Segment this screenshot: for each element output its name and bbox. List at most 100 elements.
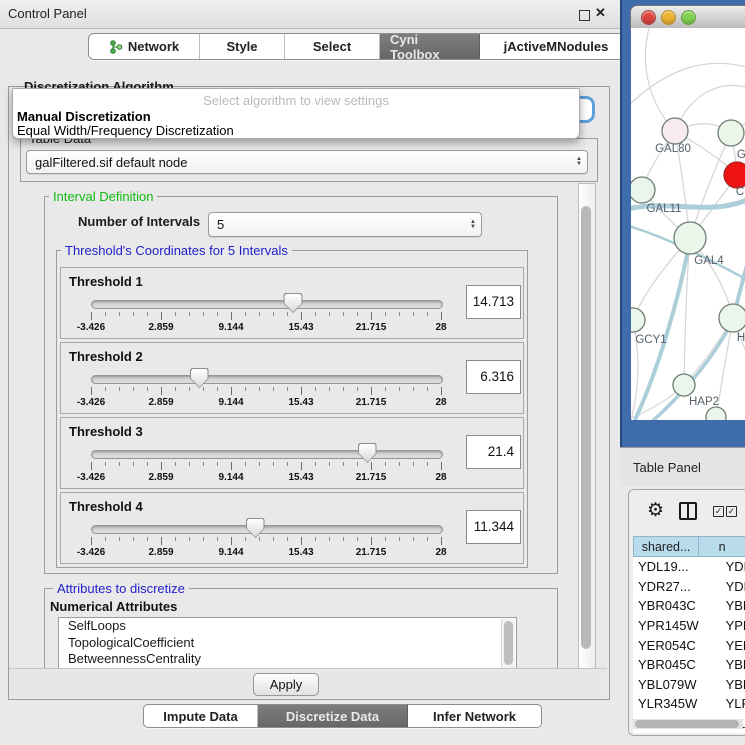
- zoom-traffic-light-icon[interactable]: [681, 10, 696, 25]
- table-cell[interactable]: YPR145W: [633, 616, 722, 636]
- table-row[interactable]: YLR345WYLR3: [633, 694, 745, 714]
- tab-cyni-toolbox-label: Cyni Toolbox: [390, 33, 469, 60]
- tab-style[interactable]: Style: [200, 34, 285, 59]
- slider-tick: [287, 387, 288, 391]
- dropdown-option-manual[interactable]: Manual Discretization: [17, 109, 151, 124]
- dropdown-option-equal-width[interactable]: Equal Width/Frequency Discretization: [17, 123, 234, 138]
- slider-thumb[interactable]: [190, 368, 209, 388]
- threshold-slider[interactable]: -3.4262.8599.14415.4321.71528: [91, 294, 441, 334]
- network-window-titlebar[interactable]: [630, 5, 745, 30]
- tab-discretize-data[interactable]: Discretize Data: [258, 705, 408, 727]
- network-node[interactable]: [719, 304, 745, 332]
- network-node[interactable]: [662, 118, 688, 144]
- tab-impute-data[interactable]: Impute Data: [144, 705, 258, 727]
- threshold-value-field[interactable]: 21.4: [466, 435, 521, 469]
- table-row[interactable]: YDR27...YDR2: [633, 577, 745, 597]
- checkbox-icon[interactable]: ✓: [726, 506, 737, 517]
- float-window-icon[interactable]: [579, 10, 590, 21]
- table-row[interactable]: YPR145WYPR1: [633, 616, 745, 636]
- apply-button[interactable]: Apply: [253, 673, 319, 696]
- table-cell[interactable]: YLR345W: [633, 694, 722, 714]
- tab-infer-network[interactable]: Infer Network: [408, 705, 541, 727]
- slider-track[interactable]: [91, 450, 443, 459]
- slider-tick: [133, 537, 134, 541]
- slider-tick: [203, 537, 204, 541]
- table-cell[interactable]: YDR27...: [633, 577, 722, 597]
- network-node[interactable]: [724, 162, 745, 188]
- slider-tick-label: -3.426: [77, 547, 105, 558]
- threshold-label: Threshold 4: [69, 499, 143, 514]
- network-node[interactable]: [706, 407, 726, 420]
- slider-tick: [217, 462, 218, 466]
- table-cell[interactable]: YDR2: [722, 577, 745, 597]
- threshold-panel-2: Threshold 2 -3.4262.8599.14415.4321.7152…: [60, 342, 524, 414]
- column-header-shared-name[interactable]: shared...: [633, 536, 699, 557]
- attribute-item[interactable]: SelfLoops: [59, 618, 516, 635]
- slider-tick-label: 15.43: [288, 397, 313, 408]
- slider-thumb[interactable]: [284, 293, 303, 313]
- table-row[interactable]: YBL079WYBL0: [633, 675, 745, 695]
- threshold-value-field[interactable]: 14.713: [466, 285, 521, 319]
- attribute-item[interactable]: TopologicalCoefficient: [59, 635, 516, 652]
- attribute-item[interactable]: BetweennessCentrality: [59, 651, 516, 668]
- tab-select[interactable]: Select: [285, 34, 380, 59]
- list-scrollbar[interactable]: [501, 619, 515, 668]
- scrollbar-thumb[interactable]: [635, 720, 739, 728]
- table-cell[interactable]: YDL1: [722, 557, 745, 577]
- slider-tick: [175, 462, 176, 466]
- threshold-slider[interactable]: -3.4262.8599.14415.4321.71528: [91, 369, 441, 409]
- slider-track[interactable]: [91, 375, 443, 384]
- threshold-slider[interactable]: -3.4262.8599.14415.4321.71528: [91, 519, 441, 559]
- table-cell[interactable]: YPR1: [722, 616, 745, 636]
- content-vertical-scrollbar[interactable]: [578, 183, 596, 669]
- network-node[interactable]: [631, 308, 645, 332]
- gear-icon[interactable]: ⚙: [647, 499, 664, 522]
- slider-tick: [161, 537, 162, 545]
- slider-thumb[interactable]: [246, 518, 265, 538]
- table-cell[interactable]: YBR0: [722, 655, 745, 675]
- threshold-value: 14.713: [473, 286, 514, 318]
- threshold-value-field[interactable]: 11.344: [466, 510, 521, 544]
- threshold-value-field[interactable]: 6.316: [466, 360, 521, 394]
- list-scrollbar-thumb[interactable]: [504, 621, 513, 665]
- table-row[interactable]: YBR045CYBR0: [633, 655, 745, 675]
- table-cell[interactable]: YBR045C: [633, 655, 722, 675]
- column-header-name[interactable]: n: [699, 536, 745, 557]
- slider-thumb[interactable]: [358, 443, 377, 463]
- control-panel: Control Panel ✕ Network Style: [0, 0, 620, 745]
- table-cell[interactable]: YBL079W: [633, 675, 722, 695]
- slider-track[interactable]: [91, 300, 443, 309]
- table-cell[interactable]: YLR3: [722, 694, 745, 714]
- close-traffic-light-icon[interactable]: [641, 10, 656, 25]
- table-cell[interactable]: YER054C: [633, 635, 722, 655]
- threshold-slider[interactable]: -3.4262.8599.14415.4321.71528: [91, 444, 441, 484]
- table-cell[interactable]: YBR043C: [633, 596, 722, 616]
- tab-jactivemnodules[interactable]: jActiveMNodules: [480, 34, 632, 59]
- network-node[interactable]: [631, 177, 655, 203]
- table-cell[interactable]: YDL19...: [633, 557, 722, 577]
- table-row[interactable]: YBR043CYBR0: [633, 596, 745, 616]
- minimize-traffic-light-icon[interactable]: [661, 10, 676, 25]
- network-node[interactable]: [718, 120, 744, 146]
- scrollbar-thumb[interactable]: [581, 206, 591, 649]
- slider-track[interactable]: [91, 525, 443, 534]
- table-row[interactable]: YER054CYER0: [633, 635, 745, 655]
- network-node[interactable]: [674, 222, 706, 254]
- checkbox-icon[interactable]: ✓: [713, 506, 724, 517]
- close-icon[interactable]: ✕: [595, 5, 606, 21]
- tab-network[interactable]: Network: [89, 34, 200, 59]
- tab-cyni-toolbox[interactable]: Cyni Toolbox: [380, 34, 480, 59]
- node-label: GAL11: [647, 203, 682, 215]
- slider-tick: [399, 312, 400, 316]
- columns-icon[interactable]: [679, 502, 697, 520]
- number-of-intervals-combo[interactable]: 5 ▲▼: [208, 212, 482, 237]
- table-cell[interactable]: YER0: [722, 635, 745, 655]
- table-cell[interactable]: YBR0: [722, 596, 745, 616]
- table-row[interactable]: YDL19...YDL1: [633, 557, 745, 577]
- table-cell[interactable]: YBL0: [722, 675, 745, 695]
- table-data-combo[interactable]: galFiltered.sif default node ▲▼: [26, 150, 588, 174]
- table-horizontal-scrollbar[interactable]: [633, 719, 743, 729]
- network-view-canvas[interactable]: GAL80G.CGAL11GAL4GCY1HHAP2: [631, 28, 745, 420]
- numerical-attributes-list[interactable]: SelfLoopsTopologicalCoefficientBetweenne…: [58, 617, 517, 670]
- network-node[interactable]: [673, 374, 695, 396]
